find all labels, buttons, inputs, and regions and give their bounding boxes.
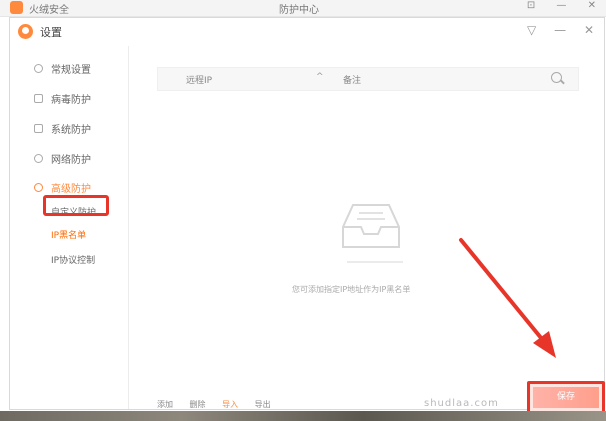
sidebar-item-label: 病毒防护 (51, 94, 91, 106)
system-icon (34, 123, 43, 133)
sidebar-item-label: 常规设置 (51, 64, 91, 76)
sidebar-item-label: 系统防护 (51, 124, 91, 136)
minimize-icon[interactable]: — (556, 0, 566, 11)
sidebar-item-virus[interactable]: 病毒防护 (34, 90, 91, 106)
sidebar-subitem-label: IP黑名单 (51, 230, 87, 241)
virus-shield-icon (34, 93, 43, 103)
menu-dropdown-icon[interactable]: ▽ (527, 23, 536, 37)
search-icon[interactable] (551, 72, 562, 83)
close-icon[interactable]: ✕ (588, 0, 596, 11)
minimize-icon[interactable]: — (554, 23, 566, 37)
column-header-remote-ip[interactable]: 远程IP (186, 73, 212, 86)
delete-button[interactable]: 删除 (190, 400, 206, 409)
sidebar-item-label: 高级防护 (51, 183, 91, 195)
save-button-label: 保存 (556, 392, 575, 402)
add-button[interactable]: 添加 (157, 400, 173, 409)
settings-sidebar: 常规设置 病毒防护 系统防护 网络防护 高级防护 自定义防护 IP黑名单 IP协… (10, 46, 129, 409)
export-button[interactable]: 导出 (255, 400, 271, 409)
network-icon (34, 153, 43, 163)
dialog-titlebar: 设置 ▽ — ✕ (10, 18, 604, 46)
sidebar-subitem-ip-protocol[interactable]: IP协议控制 (51, 252, 95, 266)
sidebar-item-advanced[interactable]: 高级防护 (34, 179, 91, 195)
app-logo-icon (10, 1, 23, 14)
background-app-title: 火绒安全 (29, 5, 69, 16)
watermark: shudlaa.com (424, 398, 499, 409)
sidebar-item-system[interactable]: 系统防护 (34, 120, 91, 136)
import-button[interactable]: 导入 (222, 400, 238, 409)
annotation-highlight-box (43, 195, 109, 216)
main-content: 远程IP ^ 备注 您可添加指定IP地址作为IP黑名单 添加 删除 导入 导出 … (129, 46, 605, 414)
desktop-background-strip (0, 411, 606, 421)
sidebar-item-general[interactable]: 常规设置 (34, 60, 91, 76)
background-window-controls: ⊡ — ✕ (509, 0, 596, 11)
background-app-center-title: 防护中心 (279, 5, 319, 16)
dialog-title: 设置 (40, 26, 62, 39)
background-app-titlebar: 火绒安全 防护中心 ⊡ — ✕ (0, 0, 606, 17)
advanced-shield-icon (34, 182, 43, 192)
sidebar-item-label: 网络防护 (51, 154, 91, 166)
sort-icon[interactable]: ^ (316, 72, 324, 82)
sidebar-subitem-ip-blacklist[interactable]: IP黑名单 (51, 227, 86, 241)
sidebar-item-network[interactable]: 网络防护 (34, 150, 91, 166)
settings-dialog: 设置 ▽ — ✕ 常规设置 病毒防护 系统防护 网络防护 高级防护 自定义防护 (9, 17, 605, 414)
close-icon[interactable]: ✕ (584, 23, 594, 37)
empty-divider (347, 261, 403, 263)
save-button[interactable]: 保存 (527, 381, 605, 414)
empty-inbox-icon (342, 204, 400, 248)
settings-logo-icon (18, 24, 33, 39)
empty-state-text: 您可添加指定IP地址作为IP黑名单 (292, 285, 411, 294)
dialog-window-controls: ▽ — ✕ (513, 23, 594, 37)
column-header-note: 备注 (343, 76, 362, 86)
sidebar-subitem-label: IP协议控制 (51, 255, 96, 266)
table-footer-actions: 添加 删除 导入 导出 (157, 399, 285, 410)
restore-icon[interactable]: ⊡ (527, 0, 535, 11)
table-header: 远程IP ^ 备注 (157, 67, 579, 91)
gear-icon (34, 63, 43, 73)
